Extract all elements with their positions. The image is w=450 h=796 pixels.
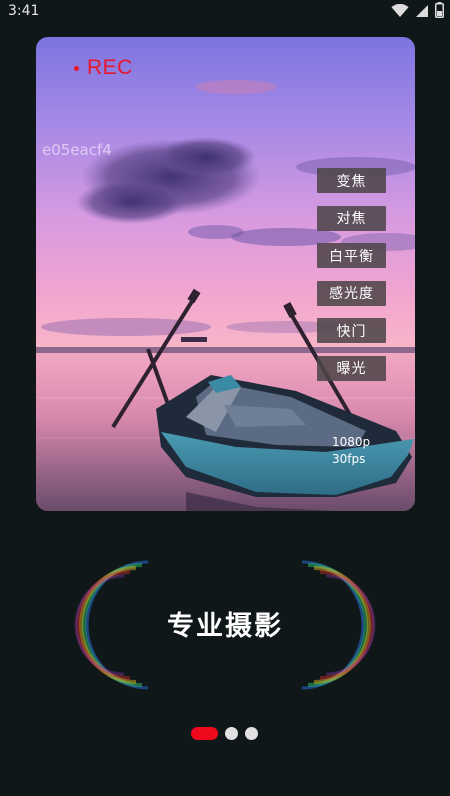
camera-controls: 变焦 对焦 白平衡 感光度 快门 曝光 [317, 168, 386, 393]
exposure-button[interactable]: 曝光 [317, 355, 386, 381]
framerate-label: 30fps [332, 452, 366, 466]
status-icons [391, 2, 444, 22]
status-bar: 3:41 [0, 0, 450, 24]
page-dot-active[interactable] [191, 727, 218, 740]
signal-icon [415, 3, 429, 22]
white-balance-button[interactable]: 白平衡 [317, 243, 386, 268]
rec-dot-icon [74, 65, 79, 71]
page-dot[interactable] [225, 727, 238, 740]
iso-button[interactable]: 感光度 [317, 280, 386, 306]
wifi-icon [391, 3, 409, 22]
video-spec: 1080p 30fps [332, 434, 386, 468]
shutter-button[interactable]: 快门 [317, 318, 386, 343]
zoom-button[interactable]: 变焦 [317, 168, 386, 193]
rec-label: REC [87, 56, 133, 79]
watermark-id: e05eacf4 [42, 141, 112, 159]
camera-preview[interactable]: REC e05eacf4 变焦 对焦 白平衡 感光度 快门 曝光 1080p 3… [36, 37, 415, 511]
battery-icon [435, 2, 444, 22]
rec-indicator: REC [74, 56, 133, 80]
status-time: 3:41 [8, 3, 40, 19]
focus-button[interactable]: 对焦 [317, 205, 386, 231]
page-dot[interactable] [245, 727, 258, 740]
resolution-label: 1080p [332, 435, 371, 449]
page-indicator[interactable] [191, 727, 258, 740]
feature-title: 专业摄影 [167, 611, 283, 642]
feature-banner: 专业摄影 [0, 540, 450, 710]
